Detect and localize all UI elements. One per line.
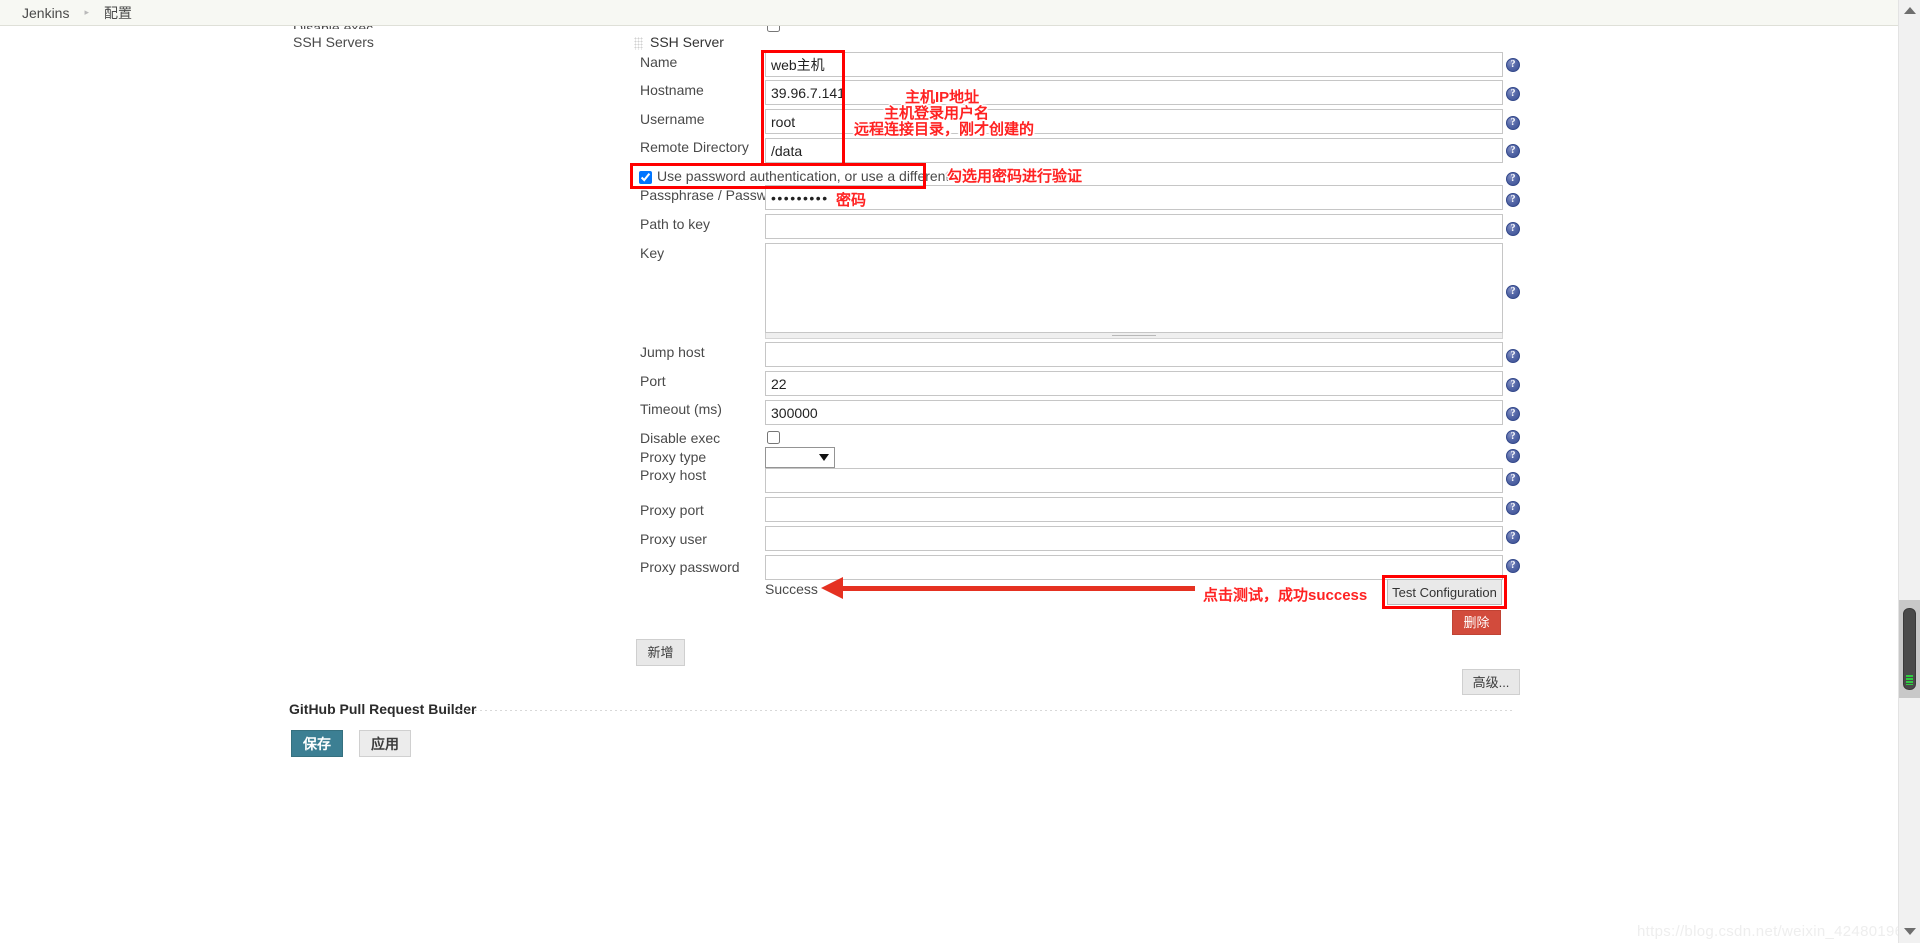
proxy-user-label: Proxy user [640,531,707,547]
proxy-host-input[interactable] [765,468,1503,493]
clipped-disable-exec-checkbox[interactable] [767,26,780,32]
timeout-input[interactable] [765,400,1503,425]
help-icon-remote-directory[interactable]: ? [1506,144,1520,158]
jump-host-input[interactable] [765,342,1503,367]
apply-button[interactable]: 应用 [359,730,411,757]
ssh-servers-label: SSH Servers [293,34,374,50]
help-icon-proxy-password[interactable]: ? [1506,559,1520,573]
remote-directory-label: Remote Directory [640,139,749,155]
test-configuration-button[interactable]: Test Configuration [1387,579,1502,605]
textarea-resize-handle[interactable] [765,333,1503,339]
test-status-text: Success [765,581,818,597]
hostname-label: Hostname [640,82,704,98]
annotation-remote-dir: 远程连接目录，刚才创建的 [854,121,1035,138]
save-button[interactable]: 保存 [291,730,343,757]
username-label: Username [640,111,705,127]
scrollbar-up-button[interactable] [1899,2,1920,20]
disable-exec-checkbox[interactable] [767,431,780,444]
help-icon-passphrase[interactable]: ? [1506,193,1520,207]
vertical-scrollbar[interactable] [1898,0,1920,943]
proxy-user-input[interactable] [765,526,1503,551]
annotation-arrow-head-icon [821,577,843,599]
chevron-down-icon [819,454,829,461]
help-icon-proxy-user[interactable]: ? [1506,530,1520,544]
disable-exec-label: Disable exec [640,430,721,446]
port-label: Port [640,373,666,389]
hostname-input[interactable] [765,80,1503,105]
remote-directory-input[interactable] [765,138,1503,163]
passphrase-input[interactable] [765,185,1503,210]
proxy-password-label: Proxy password [640,559,740,575]
help-icon-path-to-key[interactable]: ? [1506,222,1520,236]
help-icon-port[interactable]: ? [1506,378,1520,392]
help-icon-name[interactable]: ? [1506,58,1520,72]
timeout-label: Timeout (ms) [640,401,722,417]
annotation-check-password-auth: 勾选用密码进行验证 [947,168,1083,185]
help-icon-username[interactable]: ? [1506,116,1520,130]
advanced-button[interactable]: 高级... [1462,669,1520,695]
name-input[interactable] [765,52,1503,77]
annotation-arrow-line [843,586,1195,591]
add-server-button[interactable]: 新增 [636,639,685,666]
breadcrumb: Jenkins ▸ 配置 [0,0,1898,26]
help-icon-proxy-port[interactable]: ? [1506,501,1520,515]
help-icon-proxy-host[interactable]: ? [1506,472,1520,486]
proxy-host-label: Proxy host [640,467,707,483]
key-label: Key [640,245,665,261]
scrollbar-thumb-marker [1906,675,1913,685]
help-icon-key[interactable]: ? [1506,285,1520,299]
proxy-port-label: Proxy port [640,502,704,518]
proxy-port-input[interactable] [765,497,1503,522]
chevron-down-icon [1903,928,1916,935]
port-input[interactable] [765,371,1503,396]
help-icon-jump-host[interactable]: ? [1506,349,1520,363]
help-icon-disable-exec[interactable]: ? [1506,430,1520,444]
ssh-server-section-title: SSH Server [650,34,724,50]
breadcrumb-separator-icon: ▸ [84,7,89,17]
proxy-password-input[interactable] [765,555,1503,580]
breadcrumb-item-jenkins[interactable]: Jenkins [16,5,75,21]
path-to-key-label: Path to key [640,216,711,232]
name-label: Name [640,54,678,70]
proxy-type-select[interactable] [765,447,835,468]
watermark-text: https://blog.csdn.net/weixin_42480196 [1637,923,1898,940]
section-divider [455,710,1515,711]
help-icon-use-password-auth[interactable]: ? [1506,172,1520,186]
config-page: Disable exec SSH Servers SSH Server Name… [0,26,1898,943]
annotation-click-test-success: 点击测试，成功success [1203,587,1368,604]
chevron-up-icon [1903,7,1916,14]
scrollbar-down-button[interactable] [1899,923,1920,941]
scrollbar-thumb[interactable] [1903,608,1916,690]
github-pr-builder-title: GitHub Pull Request Builder [289,701,477,717]
breadcrumb-item-config[interactable]: 配置 [98,3,138,23]
annotation-password: 密码 [836,192,867,209]
use-password-auth-checkbox[interactable] [639,171,652,184]
delete-server-button[interactable]: 删除 [1452,610,1501,635]
key-textarea[interactable] [765,243,1503,333]
jump-host-label: Jump host [640,344,705,360]
use-password-auth-label: Use password authentication, or use a di… [657,168,976,184]
help-icon-proxy-type[interactable]: ? [1506,449,1520,463]
help-icon-timeout[interactable]: ? [1506,407,1520,421]
help-icon-hostname[interactable]: ? [1506,87,1520,101]
path-to-key-input[interactable] [765,214,1503,239]
clipped-disable-exec-label: Disable exec [293,26,373,29]
drag-handle-icon[interactable] [634,37,643,50]
proxy-type-label: Proxy type [640,449,707,465]
